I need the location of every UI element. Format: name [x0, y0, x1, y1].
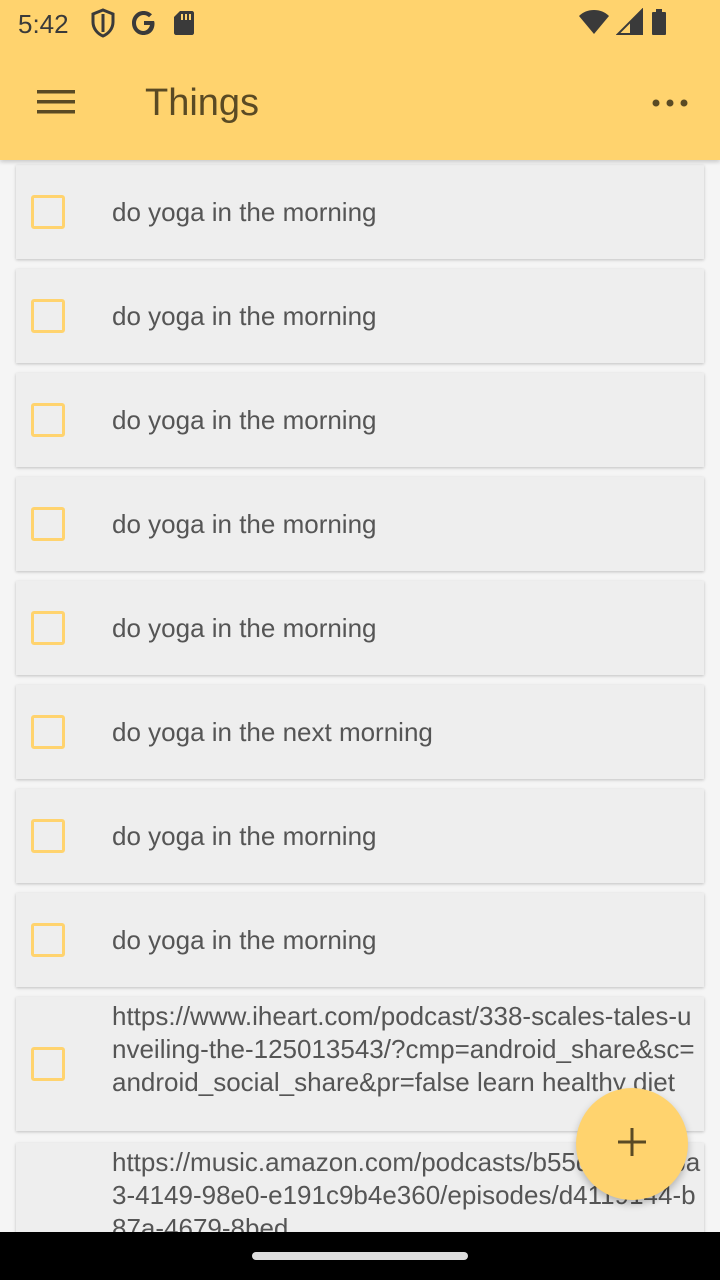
item-checkbox[interactable]: [31, 715, 65, 749]
battery-icon: [650, 8, 668, 41]
item-checkbox[interactable]: [31, 923, 65, 957]
shield-icon: [90, 8, 116, 43]
plus-icon: [616, 1126, 648, 1163]
more-options-button[interactable]: [642, 80, 698, 128]
toolbar: Things: [0, 50, 720, 160]
status-right-icons: [578, 7, 668, 41]
list-item[interactable]: do yoga in the morning: [16, 581, 704, 675]
list-item[interactable]: do yoga in the morning: [16, 269, 704, 363]
sd-card-icon: [172, 9, 196, 42]
item-text: do yoga in the morning: [112, 821, 377, 851]
item-checkbox[interactable]: [31, 611, 65, 645]
item-text: do yoga in the morning: [112, 613, 377, 643]
status-time: 5:42: [18, 9, 69, 39]
list-item[interactable]: do yoga in the morning: [16, 165, 704, 259]
wifi-icon: [578, 8, 610, 41]
system-navigation-bar: [0, 1232, 720, 1280]
list-item[interactable]: do yoga in the morning: [16, 789, 704, 883]
item-text: do yoga in the morning: [112, 925, 377, 955]
item-checkbox[interactable]: [31, 195, 65, 229]
cell-signal-icon: [615, 7, 644, 41]
home-gesture-handle[interactable]: [252, 1252, 468, 1260]
item-checkbox[interactable]: [31, 403, 65, 437]
item-text: do yoga in the morning: [112, 509, 377, 539]
item-text: do yoga in the morning: [112, 405, 377, 435]
item-text: do yoga in the next morning: [112, 717, 433, 747]
status-bar: 5:42: [0, 0, 720, 50]
item-checkbox[interactable]: [31, 299, 65, 333]
status-left-icons: [90, 8, 196, 43]
item-checkbox[interactable]: [31, 507, 65, 541]
item-text: do yoga in the morning: [112, 301, 377, 331]
list-item[interactable]: do yoga in the morning: [16, 893, 704, 987]
things-list[interactable]: do yoga in the morning do yoga in the mo…: [0, 160, 720, 1232]
item-text: https://www.iheart.com/podcast/338-scale…: [112, 1001, 695, 1097]
item-text: do yoga in the morning: [112, 197, 377, 227]
list-item[interactable]: do yoga in the morning: [16, 477, 704, 571]
more-horizontal-icon: [652, 95, 688, 113]
app-bar: 5:42 Things: [0, 0, 720, 160]
item-checkbox[interactable]: [31, 819, 65, 853]
list-item[interactable]: do yoga in the next morning: [16, 685, 704, 779]
menu-button[interactable]: [26, 76, 86, 132]
add-button[interactable]: [576, 1088, 688, 1200]
page-title: Things: [145, 82, 260, 124]
item-checkbox[interactable]: [31, 1047, 65, 1081]
hamburger-menu-icon: [36, 87, 76, 122]
list-item[interactable]: do yoga in the morning: [16, 373, 704, 467]
google-icon: [130, 9, 158, 42]
